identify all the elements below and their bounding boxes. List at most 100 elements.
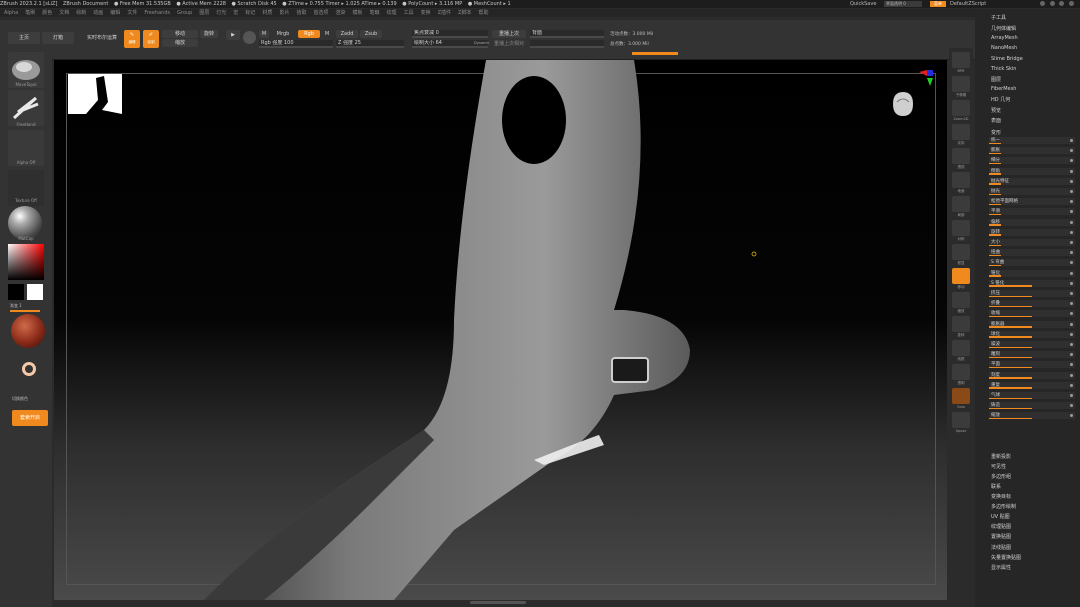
xpose-icon[interactable] <box>952 412 970 428</box>
menu-item[interactable]: Z脚本 <box>458 9 471 17</box>
menu-item[interactable]: 图层 <box>199 9 209 17</box>
deform-header[interactable]: 变形 <box>991 129 1001 136</box>
axis-dot-icon[interactable] <box>1070 241 1073 244</box>
menu-item[interactable]: 笔刷 <box>25 9 35 17</box>
sym-icon[interactable] <box>952 220 970 236</box>
subpalette-item[interactable]: 表面 <box>991 117 1001 124</box>
subtool-header[interactable]: 子工具 <box>991 14 1006 21</box>
color-sphere-icon[interactable] <box>243 31 256 44</box>
window-dot-icon[interactable] <box>1068 1 1074 6</box>
axis-dot-icon[interactable] <box>1070 251 1073 255</box>
deform-slider[interactable]: 偏移 <box>989 218 1075 226</box>
subpalette-item[interactable]: 图层 <box>991 76 1001 83</box>
axis-dot-icon[interactable] <box>1070 261 1073 265</box>
deform-slider[interactable]: 刻度 <box>989 371 1075 379</box>
axis-dot-icon[interactable] <box>1070 394 1073 397</box>
menu-item[interactable]: Freehands <box>144 9 170 17</box>
axis-dot-icon[interactable] <box>1070 149 1073 153</box>
axis-dot-icon[interactable] <box>1070 200 1073 204</box>
subpalette-item[interactable]: HD 几何 <box>991 96 1010 103</box>
menu-item[interactable]: Z插件 <box>438 9 451 17</box>
subpalette-item[interactable]: ArrayMesh <box>991 35 1018 41</box>
deform-slider[interactable]: 折叠 <box>989 300 1075 308</box>
deform-slider[interactable]: 气球 <box>989 392 1075 399</box>
quicksave-button[interactable]: QuickSave <box>850 0 876 8</box>
tab-lightbox[interactable]: 灯箱 <box>42 32 74 44</box>
subpalette-item[interactable]: 纹理贴图 <box>991 523 1011 530</box>
subpalette-item[interactable]: 法线贴图 <box>991 544 1011 551</box>
subpalette-item[interactable]: 变换目标 <box>991 493 1011 500</box>
deform-slider[interactable]: 膨胀 <box>989 147 1075 155</box>
axis-dot-icon[interactable] <box>1070 383 1073 387</box>
edit-button[interactable]: ✎ 编辑 <box>124 30 140 48</box>
m-toggle[interactable]: M <box>322 30 332 38</box>
menu-item[interactable]: 文件 <box>127 9 137 17</box>
draw-button[interactable]: ✐ 绘制 <box>143 30 159 48</box>
deform-slider[interactable]: 铸造 <box>989 402 1075 410</box>
floor-icon[interactable] <box>952 172 970 188</box>
z-intensity-slider[interactable]: Z 强度 25 <box>336 40 404 48</box>
deform-slider[interactable]: S 锥化 <box>989 279 1075 287</box>
menu-item[interactable]: 文档 <box>59 9 69 17</box>
stroke-thumbnail[interactable] <box>8 90 44 126</box>
axis-dot-icon[interactable] <box>1070 343 1073 346</box>
bpr-icon[interactable] <box>952 52 970 68</box>
rgb-toggle[interactable]: Rgb <box>298 30 320 38</box>
subpalette-item[interactable]: Thick Skin <box>991 66 1016 72</box>
transp-icon[interactable] <box>952 364 970 380</box>
axis-dot-icon[interactable] <box>1070 169 1073 173</box>
color-ball-icon[interactable] <box>11 314 45 348</box>
deform-slider[interactable]: 大小 <box>989 239 1075 246</box>
subpalette-item[interactable]: 重新投影 <box>991 453 1011 460</box>
subpalette-item[interactable]: 几何体编辑 <box>991 25 1016 32</box>
subpalette-item[interactable]: 多边形绘制 <box>991 503 1016 510</box>
default-zscript[interactable]: DefaultZScript <box>950 0 986 8</box>
menu-item[interactable]: 变换 <box>421 9 431 17</box>
axis-dot-icon[interactable] <box>1070 363 1073 367</box>
subpixel-icon[interactable] <box>952 76 970 92</box>
scale-button[interactable]: 缩放 <box>162 39 198 47</box>
subpalette-item[interactable]: 联系 <box>991 483 1001 490</box>
replay-last-button[interactable]: 重播上次 <box>492 30 526 38</box>
deform-slider[interactable]: 松弛平面网格 <box>989 198 1075 206</box>
menu-item[interactable]: 帮助 <box>478 9 488 17</box>
window-dot-icon[interactable] <box>1059 1 1065 6</box>
frame-icon[interactable] <box>952 244 970 260</box>
menu-item[interactable]: 纹理 <box>387 9 397 17</box>
actual-icon[interactable] <box>952 124 970 140</box>
canvas-viewport[interactable] <box>54 60 947 600</box>
axis-dot-icon[interactable] <box>1070 220 1073 224</box>
deform-slider[interactable]: 平滑 <box>989 208 1075 216</box>
subpalette-item[interactable]: 多边形组 <box>991 473 1011 480</box>
deform-slider[interactable]: 膨胀器 <box>989 320 1075 328</box>
deform-slider[interactable]: 细分 <box>989 157 1075 165</box>
deform-slider[interactable]: 球化 <box>989 330 1075 338</box>
menu-item[interactable]: 材质 <box>262 9 272 17</box>
menu-item[interactable]: 绘制 <box>76 9 86 17</box>
axis-dot-icon[interactable] <box>1070 332 1073 336</box>
rotate-button[interactable]: 旋转 <box>200 30 218 38</box>
local-icon[interactable] <box>952 196 970 212</box>
head-navigator-icon[interactable] <box>891 90 915 118</box>
tab-home[interactable]: 主页 <box>8 32 40 44</box>
deform-slider[interactable]: S 弯曲 <box>989 259 1075 267</box>
menu-item[interactable]: 工具 <box>404 9 414 17</box>
axis-dot-icon[interactable] <box>1070 414 1073 418</box>
deform-slider[interactable]: 倒角 <box>989 167 1075 175</box>
solo-icon[interactable] <box>952 388 970 404</box>
menu-item[interactable]: 编辑 <box>110 9 120 17</box>
menu-item[interactable]: 笔触 <box>370 9 380 17</box>
axis-dot-icon[interactable] <box>1070 139 1073 142</box>
live-boolean-button[interactable]: 实时布尔运算 <box>84 32 120 44</box>
color-picker[interactable] <box>8 244 44 280</box>
deform-slider[interactable]: 抛光 <box>989 188 1075 195</box>
mrgb-label[interactable]: Mrgb <box>272 30 294 38</box>
subpalette-item[interactable]: 可见性 <box>991 463 1006 470</box>
axis-dot-icon[interactable] <box>1070 210 1073 214</box>
move-button[interactable]: 移动 <box>162 30 198 38</box>
axis-dot-icon[interactable] <box>1070 190 1073 193</box>
replay-last-relative-button[interactable]: 重播上次相对 <box>492 40 526 48</box>
zoom3d-icon[interactable] <box>952 292 970 308</box>
axis-dot-icon[interactable] <box>1070 322 1073 326</box>
menu-item[interactable]: 宏 <box>233 9 238 17</box>
